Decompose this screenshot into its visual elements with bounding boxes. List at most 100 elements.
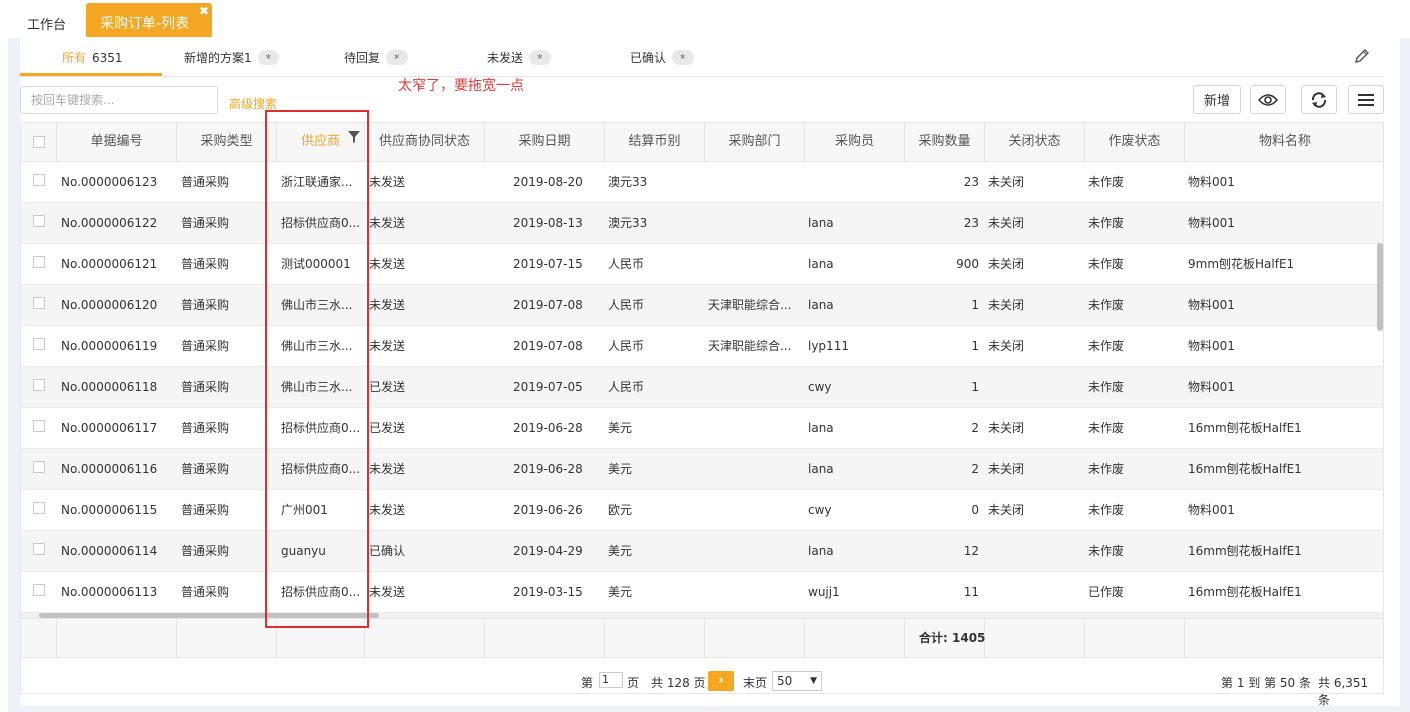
header-void-status[interactable]: 作废状态 (1085, 123, 1185, 161)
cell-void-status: 未作废 (1088, 421, 1125, 435)
table-row[interactable]: No.0000006119 普通采购 佛山市三水... 未发送 2019-07-08 人民… (21, 326, 1383, 367)
table-row[interactable]: No.0000006122 普通采购 招标供应商0... 未发送 2019-08-13 澳… (21, 203, 1383, 244)
cell-material-name: 16mm刨花板HalfE1 (1188, 585, 1302, 599)
header-quantity[interactable]: 采购数量 (905, 123, 985, 161)
table-row[interactable]: No.0000006116 普通采购 招标供应商0... 未发送 2019-06-28 美… (21, 449, 1383, 490)
table-row[interactable]: No.0000006114 普通采购 guanyu 已确认 2019-04-29 美元 la… (21, 531, 1383, 572)
header-purchase-date[interactable]: 采购日期 (485, 123, 605, 161)
page-size-select[interactable]: 50 ▼ (772, 671, 822, 691)
table-row[interactable]: No.0000006117 普通采购 招标供应商0... 已发送 2019-06-28 美… (21, 408, 1383, 449)
advanced-search-link[interactable]: 高级搜索 (229, 95, 277, 112)
cell-void-status: 未作废 (1088, 544, 1125, 558)
cell-buyer: lana (808, 462, 834, 476)
filter-tab-label: 已确认 (630, 51, 667, 65)
cell-order-number: No.0000006122 (61, 216, 158, 230)
cell-close-status: 未关闭 (988, 503, 1025, 517)
cell-quantity: 23 (963, 216, 979, 230)
header-purchase-type[interactable]: 采购类型 (177, 123, 277, 161)
filter-tab-all[interactable]: 所有 6351 (62, 49, 123, 66)
last-page-button[interactable]: 末页 (743, 674, 767, 691)
cell-purchase-date: 2019-04-29 (513, 544, 583, 558)
header-order-number[interactable]: 单据编号 (57, 123, 177, 161)
header-buyer[interactable]: 采购员 (805, 123, 905, 161)
refresh-button[interactable] (1301, 85, 1337, 114)
row-checkbox[interactable] (33, 174, 45, 186)
cell-purchase-date: 2019-07-08 (513, 298, 583, 312)
row-checkbox[interactable] (33, 584, 45, 596)
row-checkbox[interactable] (33, 461, 45, 473)
cell-purchase-type: 普通采购 (181, 421, 230, 435)
cell-void-status: 未作废 (1088, 339, 1125, 353)
search-input[interactable] (20, 86, 218, 114)
table-row[interactable]: No.0000006121 普通采购 测试000001 未发送 2019-07-15 人民… (21, 244, 1383, 285)
filter-tab-confirmed[interactable]: 已确认 * (630, 49, 694, 66)
header-currency[interactable]: 结算币别 (605, 123, 705, 161)
table-row[interactable]: No.0000006123 普通采购 浙江联通家... 未发送 2019-08-20 澳元… (21, 162, 1383, 203)
filter-tab-new-scheme[interactable]: 新增的方案1 * (184, 49, 280, 66)
cell-purchase-date: 2019-06-28 (513, 421, 583, 435)
header-supplier-sync-status[interactable]: 供应商协同状态 (365, 123, 485, 161)
header-material-name[interactable]: 物料名称 (1185, 123, 1383, 161)
cell-purchase-date: 2019-07-08 (513, 339, 583, 353)
cell-void-status: 未作废 (1088, 462, 1125, 476)
filter-tab-badge: * (672, 50, 694, 65)
page-number-input[interactable]: 1 (599, 672, 623, 688)
cell-supplier: 招标供应商0... (281, 216, 361, 230)
cell-order-number: No.0000006118 (61, 380, 158, 394)
view-button[interactable] (1250, 85, 1286, 114)
cell-material-name: 16mm刨花板HalfE1 (1188, 462, 1302, 476)
row-checkbox[interactable] (33, 420, 45, 432)
row-checkbox[interactable] (33, 297, 45, 309)
row-checkbox[interactable] (33, 256, 45, 268)
cell-quantity: 23 (963, 175, 979, 189)
tab-purchase-order-list[interactable]: 采购订单-列表 ✖ (86, 3, 212, 37)
table-row[interactable]: No.0000006120 普通采购 佛山市三水... 未发送 2019-07-08 人民… (21, 285, 1383, 326)
close-icon[interactable]: ✖ (199, 4, 209, 18)
filter-tab-pending-reply[interactable]: 待回复 * (344, 49, 408, 66)
content-frame: 所有 6351 新增的方案1 * 待回复 * 未发送 * 已确认 * 太窄了，要拖宽一点 … (8, 38, 1410, 712)
cell-material-name: 9mm刨花板HalfE1 (1188, 257, 1295, 271)
cell-supplier-sync-status: 未发送 (369, 339, 406, 353)
cell-buyer (808, 162, 903, 202)
record-range: 第 1 到 第 50 条 (1221, 676, 1311, 690)
vertical-scrollbar[interactable] (1377, 243, 1383, 331)
chevron-down-icon: ▼ (810, 676, 817, 686)
cell-order-number: No.0000006123 (61, 175, 158, 189)
pagination-bar: 第 1 页 共 128 页 › 末页 50 ▼ 第 1 到 第 50 条 共 6… (20, 658, 1384, 707)
filter-icon[interactable] (348, 131, 360, 143)
cell-void-status: 未作废 (1088, 216, 1125, 230)
cell-quantity: 2 (971, 462, 979, 476)
cell-supplier-sync-status: 已发送 (369, 421, 406, 435)
edit-icon[interactable] (1354, 48, 1370, 64)
summary-total: 合计: 1405 (919, 619, 985, 657)
table-row[interactable]: No.0000006113 普通采购 招标供应商0... 未发送 2019-03-15 美… (21, 572, 1383, 613)
annotation-note: 太窄了，要拖宽一点 (398, 78, 524, 94)
page-size-value: 50 (777, 674, 793, 688)
tab-workbench[interactable]: 工作台 (27, 14, 66, 33)
cell-purchase-type: 普通采购 (181, 298, 230, 312)
select-all-checkbox[interactable] (33, 136, 45, 148)
row-checkbox[interactable] (33, 379, 45, 391)
table-row[interactable]: No.0000006115 普通采购 广州001 未发送 2019-06-26 欧元 cwy… (21, 490, 1383, 531)
filter-tab-unsent[interactable]: 未发送 * (487, 49, 551, 66)
cell-supplier: 招标供应商0... (281, 462, 361, 476)
table-row[interactable]: No.0000006118 普通采购 佛山市三水... 已发送 2019-07-05 人民… (21, 367, 1383, 408)
cell-void-status: 已作废 (1088, 585, 1125, 599)
filter-tab-label: 新增的方案1 (184, 51, 252, 65)
row-checkbox[interactable] (33, 502, 45, 514)
cell-purchase-date: 2019-08-13 (513, 216, 583, 230)
cell-purchase-date: 2019-08-20 (513, 175, 583, 189)
header-purchase-department[interactable]: 采购部门 (705, 123, 805, 161)
column-menu-button[interactable] (1348, 85, 1384, 114)
cell-quantity: 900 (956, 257, 979, 271)
add-button[interactable]: 新增 (1193, 85, 1241, 114)
cell-purchase-type: 普通采购 (181, 216, 230, 230)
cell-material-name: 16mm刨花板HalfE1 (1188, 421, 1302, 435)
header-close-status[interactable]: 关闭状态 (985, 123, 1085, 161)
cell-currency: 美元 (608, 544, 633, 558)
row-checkbox[interactable] (33, 215, 45, 227)
row-checkbox[interactable] (33, 338, 45, 350)
cell-supplier: 测试000001 (281, 257, 351, 271)
next-page-button[interactable]: › (708, 671, 734, 691)
row-checkbox[interactable] (33, 543, 45, 555)
